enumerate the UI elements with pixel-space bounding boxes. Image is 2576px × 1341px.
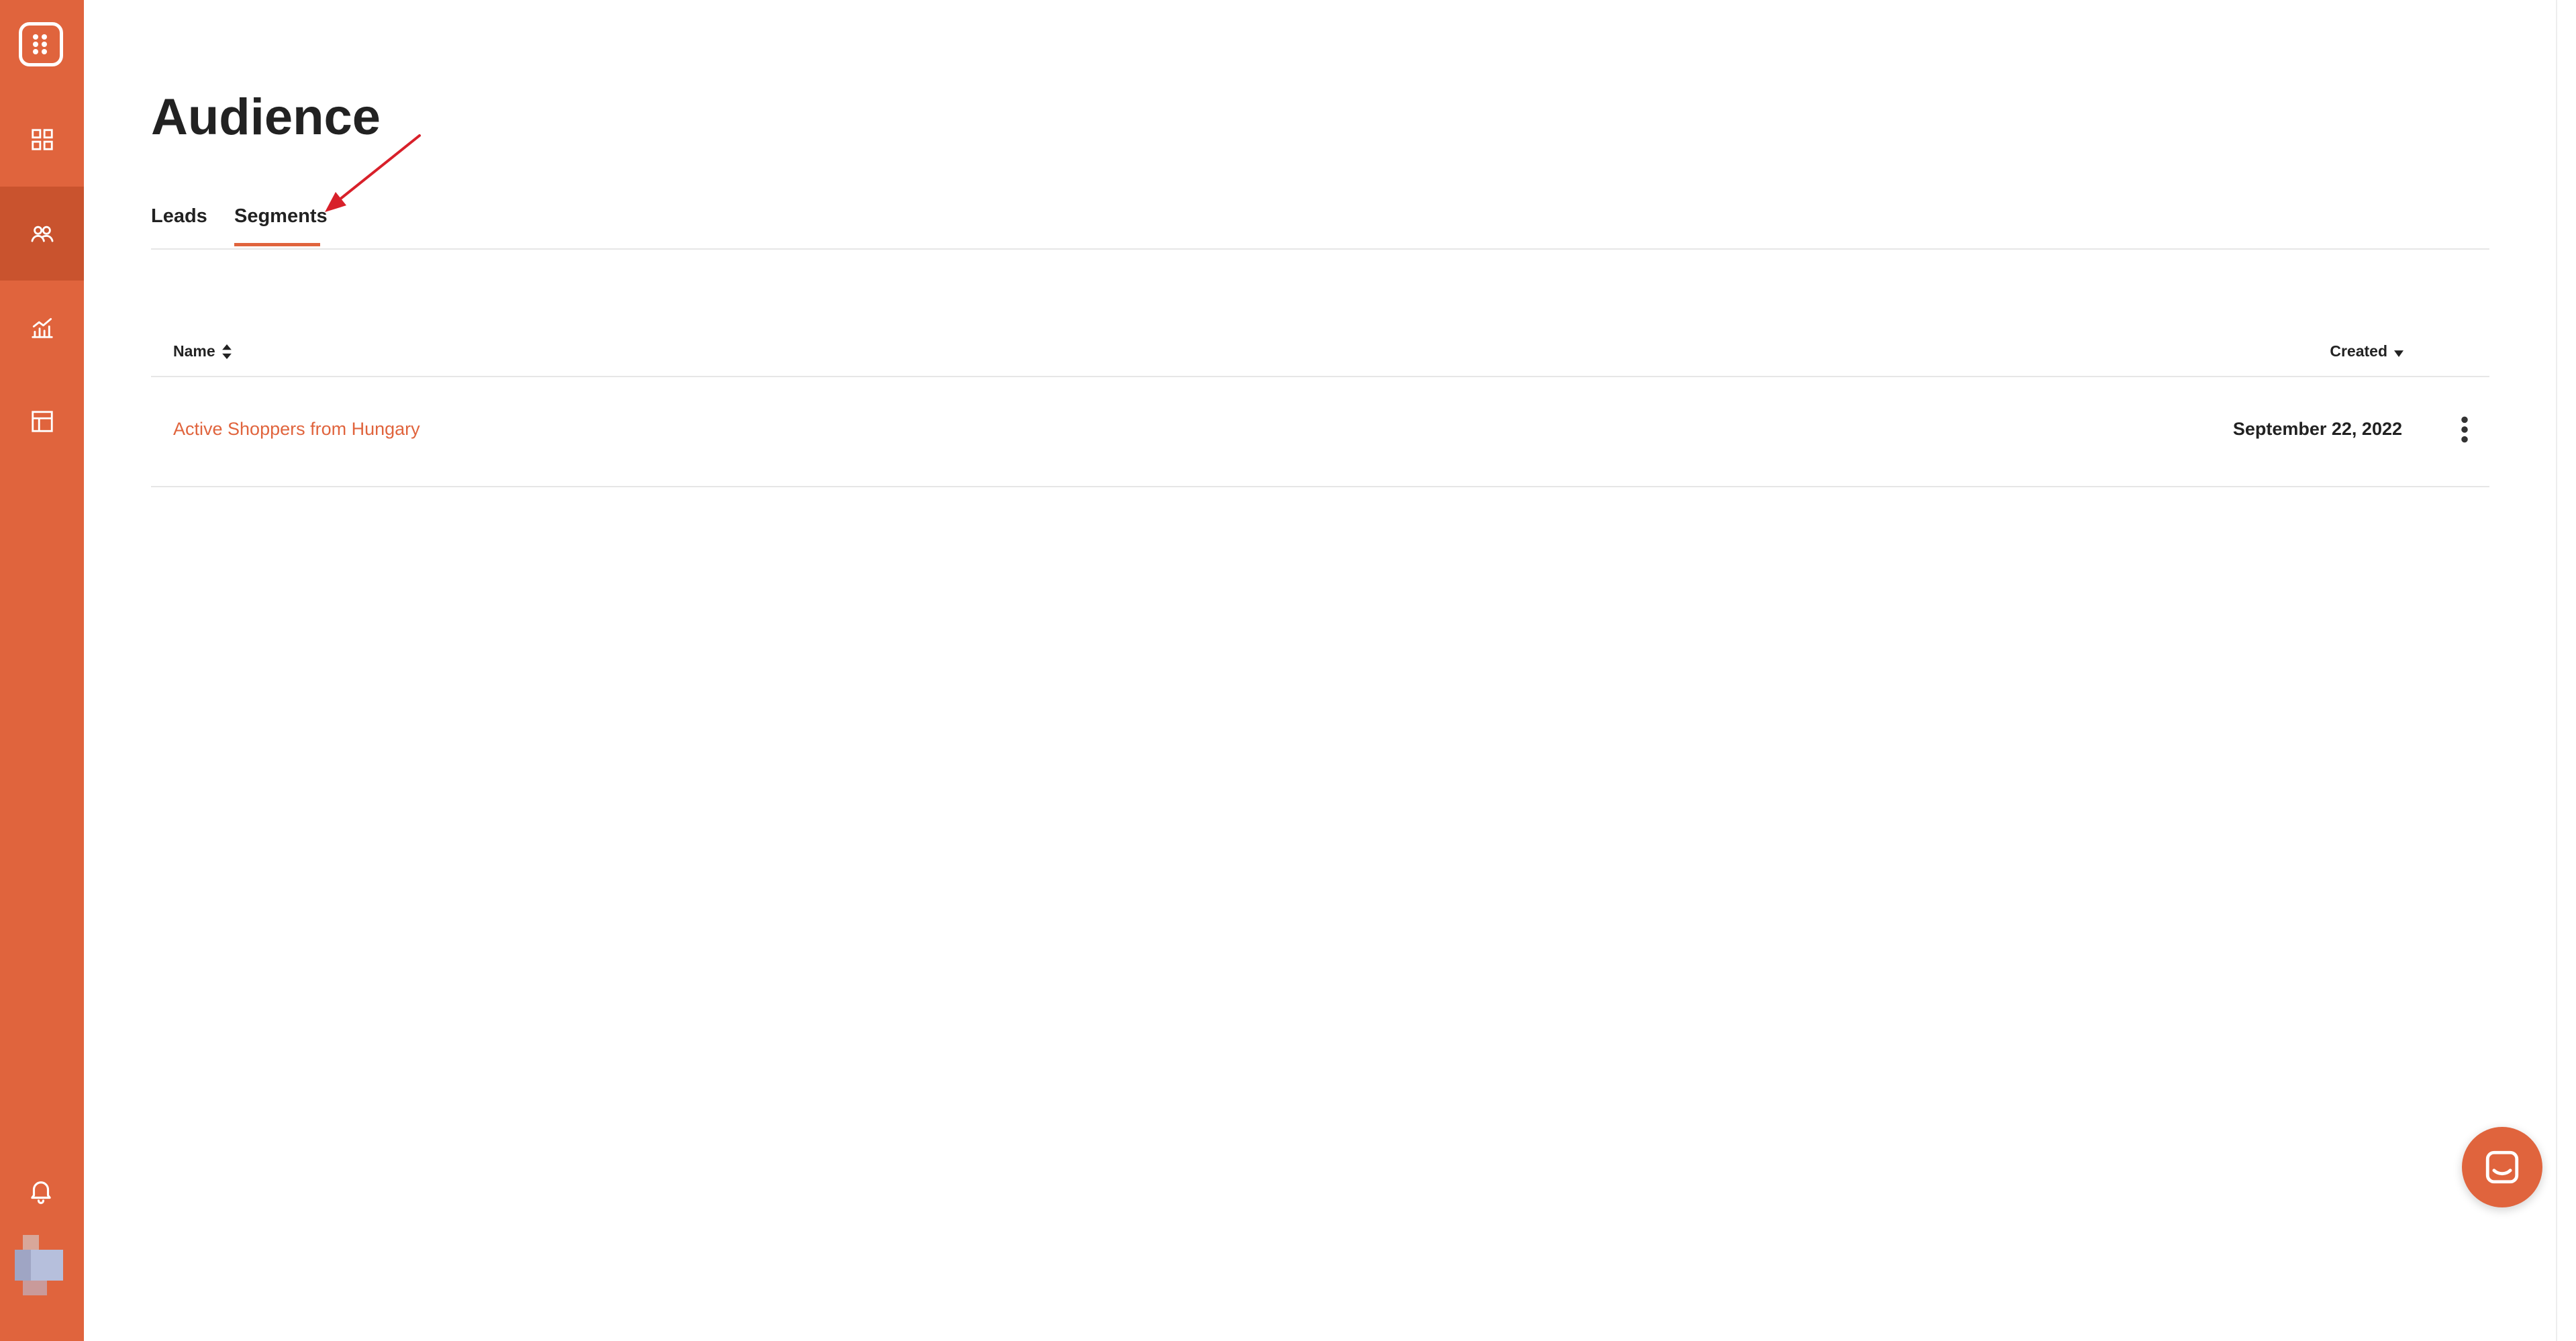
app-logo-icon[interactable]: [19, 22, 63, 66]
more-options-icon[interactable]: [2457, 415, 2473, 444]
sidebar-item-templates[interactable]: [0, 375, 84, 468]
tab-bar: Leads Segments: [151, 199, 2489, 250]
analytics-chart-icon: [31, 317, 53, 338]
bell-icon[interactable]: [27, 1176, 55, 1205]
chat-icon: [2485, 1150, 2519, 1184]
sidebar-item-audience[interactable]: [0, 187, 84, 281]
vertical-scrollbar[interactable]: [2556, 0, 2576, 1341]
tab-leads[interactable]: Leads: [151, 205, 207, 228]
segment-name-link[interactable]: Active Shoppers from Hungary: [173, 419, 420, 440]
users-icon: [31, 226, 53, 242]
sidebar: [0, 0, 84, 1341]
avatar[interactable]: [15, 1235, 63, 1295]
table-row[interactable]: Active Shoppers from Hungary September 2…: [151, 377, 2489, 487]
segment-created-date: September 22, 2022: [2232, 419, 2402, 439]
sort-desc-icon: [2394, 350, 2404, 357]
active-tab-indicator: [234, 243, 320, 246]
chat-launcher-button[interactable]: [2462, 1127, 2542, 1207]
dashboard-grid-icon: [31, 129, 53, 150]
annotation-arrow: [325, 134, 421, 212]
segments-table: Name Created Active Shoppers from Hungar…: [151, 329, 2489, 487]
sort-both-icon: [221, 344, 232, 359]
column-header-name-label: Name: [173, 342, 215, 360]
column-header-created-label: Created: [2330, 342, 2387, 360]
layout-template-icon: [31, 411, 53, 432]
column-header-name[interactable]: Name: [173, 342, 232, 360]
column-header-created[interactable]: Created: [2330, 342, 2404, 360]
sidebar-item-dashboard[interactable]: [0, 93, 84, 187]
tab-segments[interactable]: Segments: [234, 205, 328, 228]
table-header: Name Created: [151, 329, 2489, 377]
logo-dots: [33, 34, 49, 54]
sidebar-item-analytics[interactable]: [0, 281, 84, 375]
